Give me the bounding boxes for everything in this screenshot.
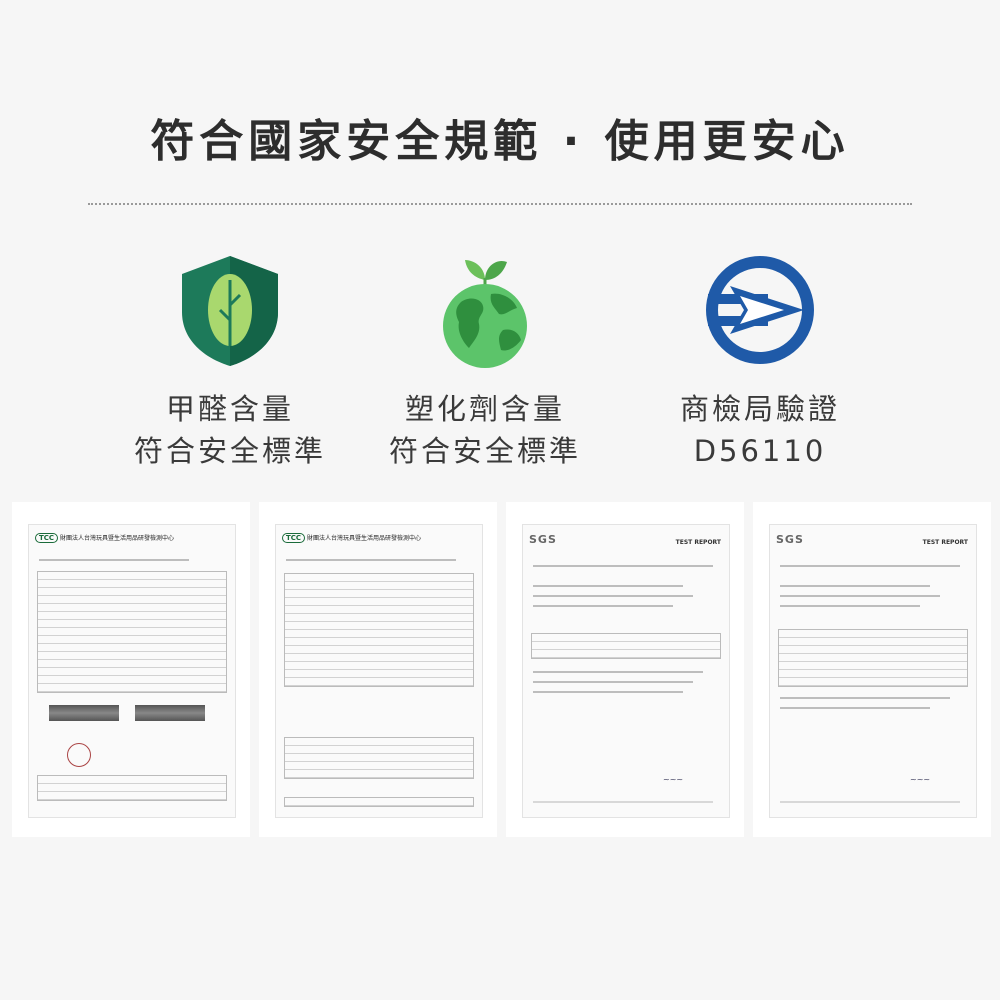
text-line	[533, 691, 683, 693]
feature-line1: 甲醛含量	[165, 392, 294, 426]
report-title: TEST REPORT	[675, 539, 721, 546]
footer-line	[780, 801, 960, 803]
page-heading: 符合國家安全規範 · 使用更安心	[150, 116, 850, 167]
text-line	[39, 559, 189, 561]
text-line	[533, 605, 673, 607]
sample-photo	[135, 705, 205, 721]
text-line	[780, 707, 930, 709]
lab-logo: SGS	[776, 533, 804, 546]
earth-sprout-icon	[425, 250, 545, 370]
bsmi-mark-icon	[700, 250, 820, 370]
text-line	[780, 595, 940, 597]
report-header: TCC 財團法人台灣玩具暨生活用品研發檢測中心	[35, 533, 174, 543]
lab-name: 財團法人台灣玩具暨生活用品研發檢測中心	[306, 535, 421, 542]
sample-photo	[49, 705, 119, 721]
report-footer	[284, 797, 474, 807]
report-header: SGS	[529, 533, 557, 546]
text-line	[780, 565, 960, 567]
report-footer	[37, 775, 227, 801]
footer-line	[533, 801, 713, 803]
feature-plasticizer: 塑化劑含量 符合安全標準	[365, 250, 605, 472]
report-header: TCC 財團法人台灣玩具暨生活用品研發檢測中心	[282, 533, 421, 543]
lab-name: 財團法人台灣玩具暨生活用品研發檢測中心	[59, 535, 174, 542]
shield-leaf-icon	[170, 250, 290, 370]
report-header: SGS	[776, 533, 804, 546]
feature-line1: 塑化劑含量	[404, 392, 565, 426]
text-line	[780, 697, 950, 699]
feature-line1: 商檢局驗證	[679, 392, 840, 426]
signature: ~~~	[910, 775, 931, 784]
report-card-tcc-1: TCC 財團法人台灣玩具暨生活用品研發檢測中心	[12, 502, 250, 837]
report-card-sgs-1: SGS TEST REPORT ~~~	[506, 502, 744, 837]
report-card-sgs-2: SGS TEST REPORT ~~~	[753, 502, 991, 837]
report-document: SGS TEST REPORT ~~~	[769, 524, 977, 818]
results-table	[778, 629, 968, 687]
signature: ~~~	[663, 775, 684, 784]
lab-logo: TCC	[282, 533, 306, 543]
text-line	[533, 595, 693, 597]
report-table	[37, 571, 227, 693]
results-table	[284, 737, 474, 779]
dotted-divider	[88, 203, 912, 205]
report-document: TCC 財團法人台灣玩具暨生活用品研發檢測中心	[28, 524, 236, 818]
text-line	[780, 585, 930, 587]
feature-formaldehyde: 甲醛含量 符合安全標準	[110, 250, 350, 472]
report-document: TCC 財團法人台灣玩具暨生活用品研發檢測中心	[275, 524, 483, 818]
lab-logo: TCC	[35, 533, 59, 543]
text-line	[533, 585, 683, 587]
feature-line2: 符合安全標準	[388, 434, 581, 468]
text-line	[533, 671, 703, 673]
feature-line2: D56110	[693, 434, 827, 468]
feature-bsmi: 商檢局驗證 D56110	[640, 250, 880, 472]
text-line	[780, 605, 920, 607]
seal-stamp	[67, 743, 91, 767]
results-table	[531, 633, 721, 659]
report-title: TEST REPORT	[922, 539, 968, 546]
report-table	[284, 573, 474, 687]
text-line	[533, 565, 713, 567]
lab-logo: SGS	[529, 533, 557, 546]
report-document: SGS TEST REPORT ~~~	[522, 524, 730, 818]
report-card-tcc-2: TCC 財團法人台灣玩具暨生活用品研發檢測中心	[259, 502, 497, 837]
text-line	[286, 559, 456, 561]
text-line	[533, 681, 693, 683]
feature-line2: 符合安全標準	[133, 434, 326, 468]
